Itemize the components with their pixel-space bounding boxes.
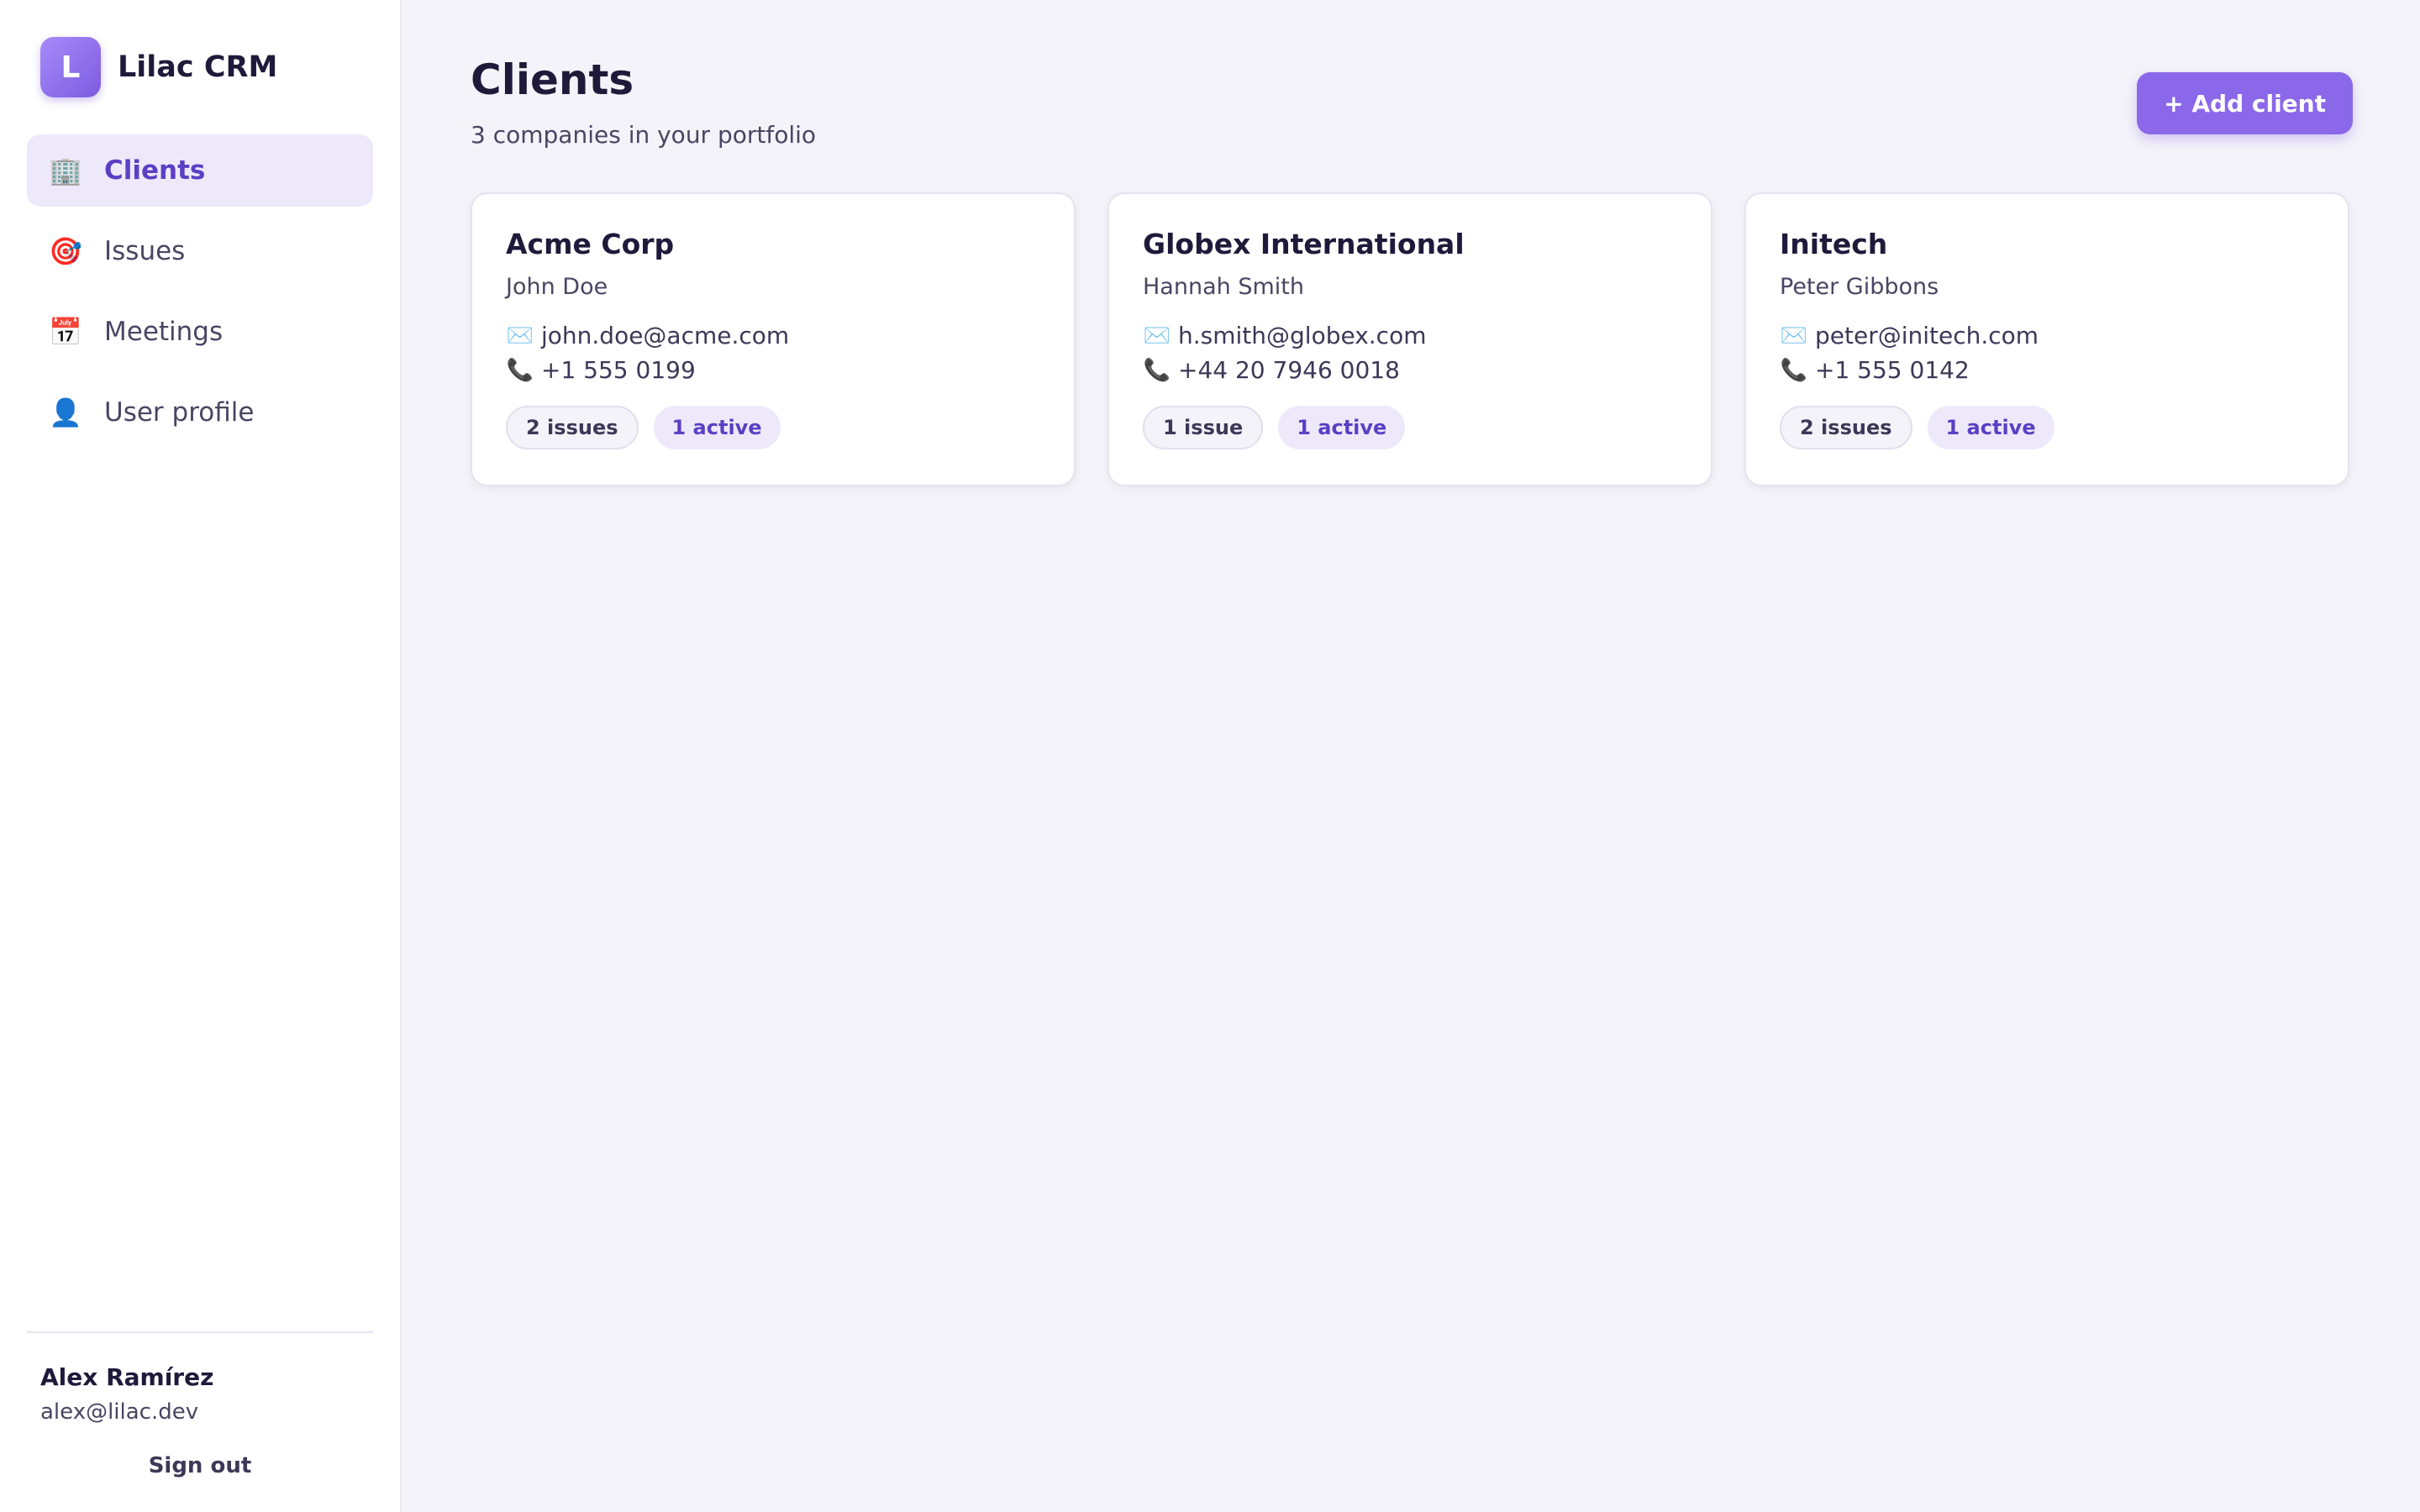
client-email[interactable]: peter@initech.com [1815, 322, 2039, 349]
user-name: Alex Ramírez [40, 1363, 214, 1391]
issues-count-badge: 2 issues [506, 406, 639, 449]
client-phone[interactable]: +44 20 7946 0018 [1178, 356, 1400, 384]
client-badges: 2 issues 1 active [506, 406, 1040, 449]
building-icon: 🏢 [49, 155, 82, 186]
client-card-acme-corp[interactable]: Acme Corp John Doe ✉️ john.doe@acme.com … [471, 192, 1076, 486]
client-card-initech[interactable]: Initech Peter Gibbons ✉️ peter@initech.c… [1744, 192, 2349, 486]
client-contact: Peter Gibbons [1780, 274, 1939, 300]
client-email[interactable]: h.smith@globex.com [1178, 322, 1426, 349]
sign-out-button[interactable]: Sign out [27, 1453, 373, 1478]
client-email-row: ✉️ h.smith@globex.com [1143, 322, 1677, 349]
brand[interactable]: L Lilac CRM [27, 37, 373, 97]
active-count-badge: 1 active [1927, 406, 2054, 449]
sidebar-item-issues[interactable]: 🎯 Issues [27, 215, 373, 287]
client-contact: Hannah Smith [1143, 274, 1304, 300]
client-company: Initech [1780, 228, 1888, 260]
client-phone-row: 📞 +1 555 0199 [506, 356, 1040, 384]
email-icon: ✉️ [1143, 323, 1171, 349]
client-company: Acme Corp [506, 228, 675, 260]
sidebar-item-user-profile[interactable]: 👤 User profile [27, 376, 373, 449]
email-icon: ✉️ [506, 323, 534, 349]
sidebar-item-label: Meetings [104, 317, 224, 347]
sidebar-item-label: Clients [104, 155, 206, 186]
sidebar-item-meetings[interactable]: 📅 Meetings [27, 296, 373, 368]
client-email-row: ✉️ john.doe@acme.com [506, 322, 1040, 349]
client-email[interactable]: john.doe@acme.com [541, 322, 789, 349]
sidebar-item-label: Issues [104, 236, 186, 266]
sidebar: L Lilac CRM 🏢 Clients 🎯 Issues 📅 Meeting… [0, 0, 402, 1512]
page-title: Clients [471, 55, 634, 104]
sidebar-item-clients[interactable]: 🏢 Clients [27, 134, 373, 207]
client-phone[interactable]: +1 555 0142 [1815, 356, 1970, 384]
sidebar-divider [27, 1331, 373, 1333]
client-phone[interactable]: +1 555 0199 [541, 356, 696, 384]
active-count-badge: 1 active [1278, 406, 1406, 449]
user-icon: 👤 [49, 396, 82, 428]
phone-icon: 📞 [1780, 357, 1808, 383]
client-phone-row: 📞 +1 555 0142 [1780, 356, 2314, 384]
brand-name: Lilac CRM [118, 50, 278, 84]
add-client-button[interactable]: + Add client [2137, 72, 2353, 134]
client-email-row: ✉️ peter@initech.com [1780, 322, 2314, 349]
sidebar-nav: 🏢 Clients 🎯 Issues 📅 Meetings 👤 User pro… [27, 134, 373, 449]
page-subtitle: 3 companies in your portfolio [471, 121, 817, 149]
user-email: alex@lilac.dev [40, 1399, 199, 1425]
app: L Lilac CRM 🏢 Clients 🎯 Issues 📅 Meeting… [0, 0, 2420, 1512]
client-badges: 2 issues 1 active [1780, 406, 2314, 449]
phone-icon: 📞 [1143, 357, 1171, 383]
client-company: Globex International [1143, 228, 1465, 260]
client-badges: 1 issue 1 active [1143, 406, 1677, 449]
active-count-badge: 1 active [653, 406, 781, 449]
client-contact: John Doe [506, 274, 608, 300]
sidebar-item-label: User profile [104, 397, 255, 428]
phone-icon: 📞 [506, 357, 534, 383]
calendar-icon: 📅 [49, 316, 82, 348]
client-phone-row: 📞 +44 20 7946 0018 [1143, 356, 1677, 384]
brand-logo: L [40, 37, 101, 97]
client-card-globex-international[interactable]: Globex International Hannah Smith ✉️ h.s… [1107, 192, 1712, 486]
client-cards: Acme Corp John Doe ✉️ john.doe@acme.com … [471, 192, 2353, 486]
main-content: Clients 3 companies in your portfolio + … [402, 0, 2420, 1512]
email-icon: ✉️ [1780, 323, 1808, 349]
issues-count-badge: 1 issue [1143, 406, 1264, 449]
target-icon: 🎯 [49, 235, 82, 267]
issues-count-badge: 2 issues [1780, 406, 1912, 449]
